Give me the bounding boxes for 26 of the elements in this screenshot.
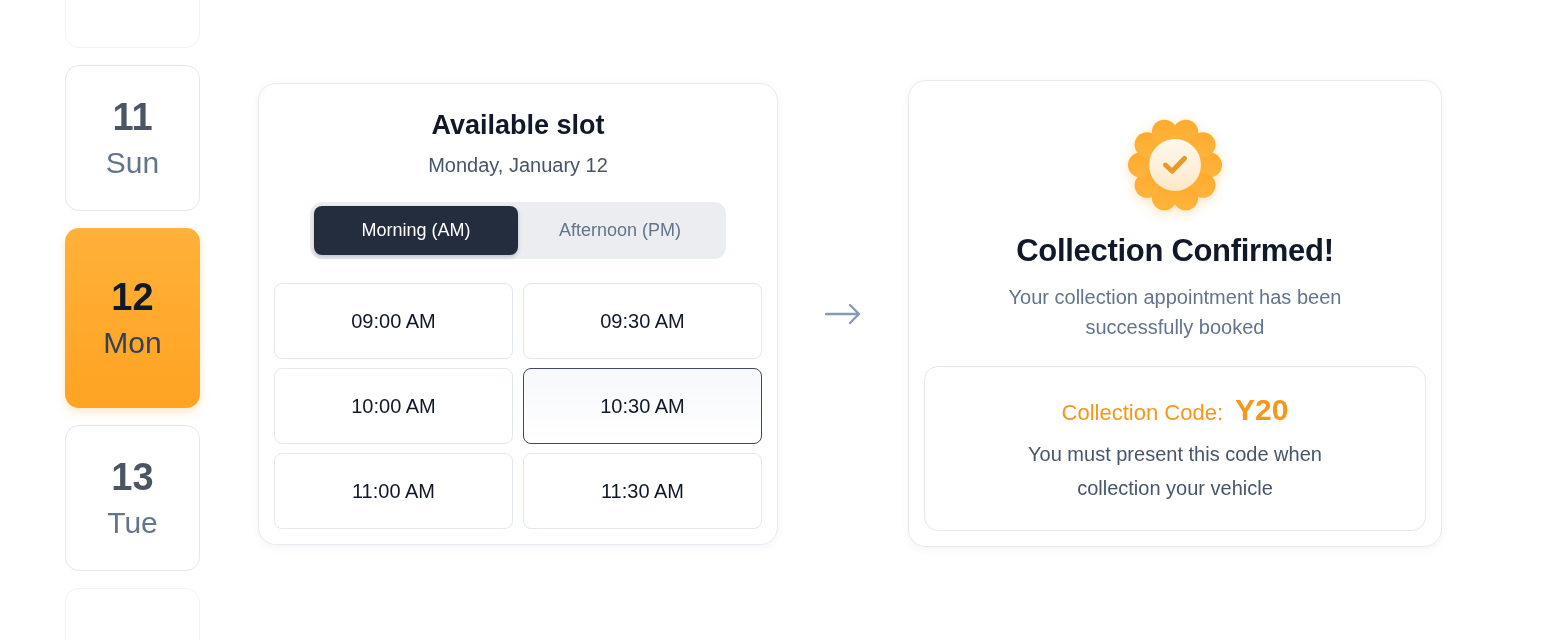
date-card[interactable]: 11 Sun [65,65,200,211]
time-slot-button[interactable]: 10:00 AM [274,368,513,444]
date-card[interactable]: 12 Mon [65,228,200,408]
panel-title: Available slot [431,109,605,142]
period-tab[interactable]: Afternoon (PM) [518,206,722,255]
code-note: You must present this code when collection your vehicle [1027,441,1323,501]
date-card[interactable]: 13 Tue [65,425,200,571]
code-label: Collection Code: [1061,399,1223,426]
time-slot-button[interactable]: 11:00 AM [274,453,513,529]
period-tab[interactable]: Morning (AM) [314,206,518,255]
collection-code: Y20 [1235,392,1289,427]
date-day-number: 12 [111,277,154,316]
date-weekday: Sun [105,145,160,179]
date-weekday: Mon [103,325,162,359]
confirmation-message: Your collection appointment has been successfully booked [1007,285,1343,340]
time-slot-button[interactable]: 10:30 AM [523,368,762,444]
arrow-right-icon [825,303,861,325]
selected-date: Monday, January 12 [428,153,608,178]
time-slot-button[interactable]: 11:30 AM [523,453,762,529]
date-weekday: Tue [107,505,158,539]
time-slot-button[interactable]: 09:00 AM [274,283,513,359]
confirmation-title: Collection Confirmed! [1016,232,1334,270]
date-day-number: 11 [112,97,153,136]
time-slot-button[interactable]: 09:30 AM [523,283,762,359]
badge-check-icon [1127,117,1223,213]
date-day-number: 13 [111,457,154,496]
